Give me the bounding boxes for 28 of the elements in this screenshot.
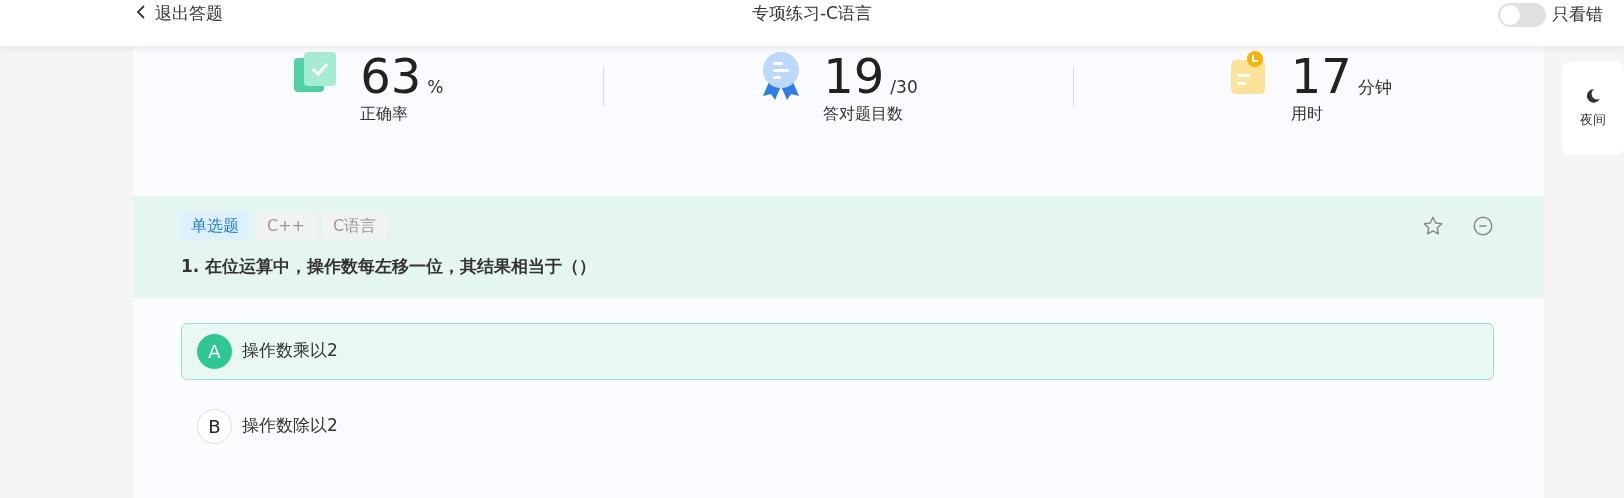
night-mode-button[interactable]: 夜间 <box>1562 62 1624 155</box>
stat-value: 17 <box>1290 48 1352 104</box>
stat-unit: /30 <box>890 77 918 97</box>
stat-value: 63 <box>360 48 422 104</box>
toggle-switch[interactable] <box>1498 2 1546 27</box>
back-link[interactable]: 退出答题 <box>135 0 223 26</box>
answer-option[interactable]: B 操作数除以2 <box>181 397 1494 455</box>
remove-icon[interactable] <box>1472 215 1494 237</box>
answer-option[interactable]: A 操作数乘以2 <box>181 322 1494 380</box>
stat-value: 19 <box>823 48 885 104</box>
stat-label: 用时 <box>1290 103 1324 125</box>
question-type-tag: 单选题 <box>181 212 249 240</box>
toggle-label: 只看错 <box>1552 3 1603 26</box>
topic-tag: C++ <box>257 212 315 240</box>
moon-icon <box>1585 87 1601 104</box>
star-icon[interactable] <box>1422 215 1444 237</box>
page-title: 专项练习-C语言 <box>752 3 872 23</box>
option-text: 操作数乘以2 <box>242 339 338 363</box>
stat-label: 正确率 <box>360 103 410 125</box>
back-icon <box>135 4 147 20</box>
option-text: 操作数除以2 <box>242 414 338 438</box>
stat-unit: 分钟 <box>1357 77 1392 97</box>
topic-tag: C语言 <box>323 212 387 240</box>
option-letter: B <box>197 408 232 444</box>
option-letter: A <box>197 333 232 369</box>
question-text: 1. 在位运算中，操作数每左移一位，其结果相当于（） <box>181 255 598 278</box>
stat-unit: % <box>427 77 444 97</box>
stat-label: 答对题目数 <box>823 103 905 125</box>
